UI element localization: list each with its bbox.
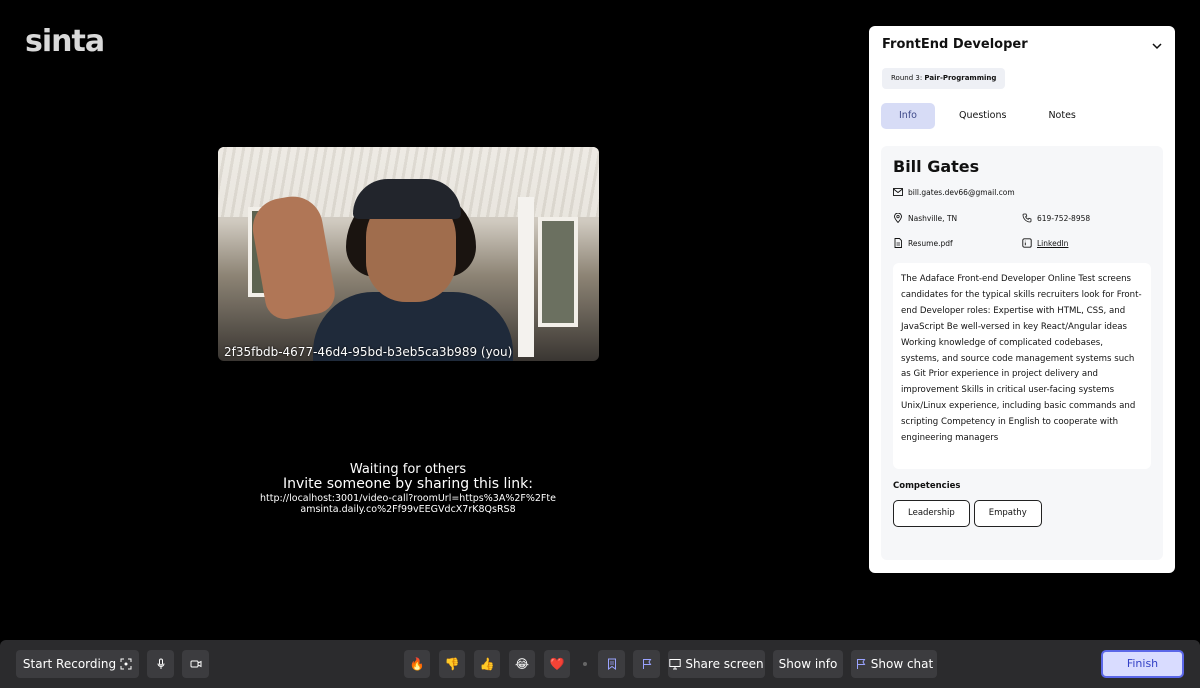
round-badge: Round 3: Pair-Programming bbox=[882, 68, 1006, 89]
invite-link[interactable]: http://localhost:3001/video-call?roomUrl… bbox=[258, 493, 558, 515]
invite-text: Invite someone by sharing this link: bbox=[282, 476, 534, 492]
resume-link[interactable]: Resume.pdf bbox=[908, 239, 953, 248]
competencies-heading: Competencies bbox=[893, 481, 961, 491]
separator-dot bbox=[583, 662, 587, 666]
show-chat-button[interactable]: Show chat bbox=[851, 650, 937, 678]
competency-chip: Empathy bbox=[973, 500, 1042, 527]
show-info-button[interactable]: Show info bbox=[773, 650, 843, 678]
reaction-thumbs-down-button[interactable]: 👎 bbox=[439, 650, 465, 678]
linkedin-link[interactable]: LinkedIn bbox=[1037, 239, 1068, 248]
candidate-location: Nashville, TN bbox=[908, 213, 958, 223]
call-toolbar: Start Recording 🔥 👎 👍 😂 ❤️ Share screen … bbox=[0, 640, 1200, 688]
reaction-thumbs-up-button[interactable]: 👍 bbox=[474, 650, 500, 678]
bookmark-button[interactable] bbox=[598, 650, 625, 678]
tab-questions[interactable]: Questions bbox=[941, 103, 1024, 129]
start-recording-button[interactable]: Start Recording bbox=[16, 650, 139, 678]
self-video-tile: 2f35fbdb-4677-46d4-95bd-b3eb5ca3b989 (yo… bbox=[218, 147, 599, 361]
flag-icon bbox=[642, 659, 651, 669]
reaction-laugh-button[interactable]: 😂 bbox=[509, 650, 535, 678]
email-row: bill.gates.dev66@gmail.com bbox=[893, 187, 1015, 197]
linkedin-row[interactable]: LinkedIn bbox=[1022, 238, 1068, 248]
tab-info[interactable]: Info bbox=[881, 103, 935, 129]
candidate-name: Bill Gates bbox=[893, 157, 980, 176]
candidate-panel: FrontEnd Developer Round 3: Pair-Program… bbox=[869, 26, 1175, 573]
record-icon bbox=[120, 658, 132, 670]
waiting-title: Waiting for others bbox=[349, 462, 467, 477]
candidate-email: bill.gates.dev66@gmail.com bbox=[908, 187, 1015, 197]
microphone-button[interactable] bbox=[147, 650, 174, 678]
flag-button[interactable] bbox=[633, 650, 660, 678]
document-icon bbox=[894, 238, 902, 248]
reaction-fire-button[interactable]: 🔥 bbox=[404, 650, 430, 678]
candidate-card: Bill Gates bill.gates.dev66@gmail.com Na… bbox=[881, 146, 1163, 560]
share-screen-button[interactable]: Share screen bbox=[668, 650, 765, 678]
phone-icon bbox=[1022, 213, 1032, 223]
camera-button[interactable] bbox=[182, 650, 209, 678]
location-pin-icon bbox=[894, 213, 902, 223]
reaction-heart-button[interactable]: ❤️ bbox=[544, 650, 570, 678]
resume-row[interactable]: Resume.pdf bbox=[893, 238, 953, 248]
location-row: Nashville, TN bbox=[893, 213, 957, 223]
monitor-icon bbox=[669, 659, 682, 670]
competency-chip: Leadership bbox=[893, 500, 970, 527]
panel-tabs: Info Questions Notes bbox=[881, 103, 1094, 129]
phone-row: 619-752-8958 bbox=[1022, 213, 1090, 223]
chevron-down-icon[interactable] bbox=[1151, 40, 1163, 52]
participant-id-label: 2f35fbdb-4677-46d4-95bd-b3eb5ca3b989 (yo… bbox=[224, 345, 513, 359]
waiting-message: Waiting for others Invite someone by sha… bbox=[258, 462, 558, 516]
microphone-icon bbox=[157, 658, 164, 669]
job-title: FrontEnd Developer bbox=[882, 37, 1028, 52]
linkedin-icon bbox=[1022, 238, 1032, 248]
video-camera-icon bbox=[190, 660, 201, 668]
flag-icon bbox=[856, 659, 866, 669]
tab-notes[interactable]: Notes bbox=[1030, 103, 1093, 129]
candidate-phone: 619-752-8958 bbox=[1037, 213, 1091, 223]
candidate-description: The Adaface Front-end Developer Online T… bbox=[893, 263, 1151, 469]
competency-chips: Leadership Empathy bbox=[893, 500, 1042, 527]
finish-button[interactable]: Finish bbox=[1101, 650, 1184, 678]
mail-icon bbox=[893, 188, 903, 196]
sinta-logo: sinta bbox=[25, 24, 105, 59]
bookmark-icon bbox=[607, 658, 616, 670]
